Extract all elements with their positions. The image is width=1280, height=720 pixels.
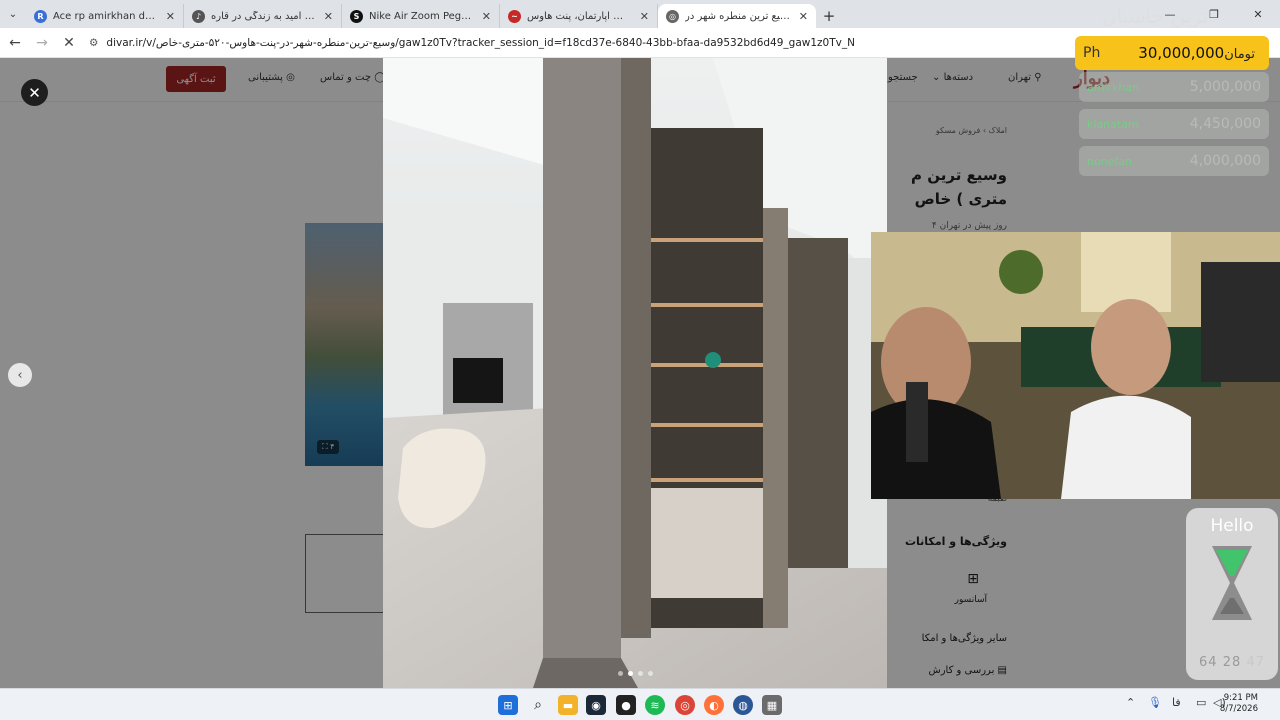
system-clock[interactable]: 9:21 PM 8/7/2026 bbox=[1220, 693, 1258, 715]
spotify-icon[interactable]: ≋ bbox=[645, 695, 665, 715]
hourglass-icon bbox=[1212, 546, 1252, 620]
browser-tab[interactable]: S Nike Air Zoom Pegasus 35 Runn ✕ bbox=[342, 4, 500, 28]
currency-label: تومان bbox=[1224, 47, 1255, 62]
tab-title: Ace rp amirkhan dar shahr - Re bbox=[53, 10, 160, 22]
tab-close-icon[interactable]: ✕ bbox=[166, 10, 175, 23]
tab-close-icon[interactable]: ✕ bbox=[799, 10, 808, 23]
stream-timer-widget: Hello 64 28 47 bbox=[1186, 508, 1278, 680]
chevron-left-icon: ‹ bbox=[17, 367, 23, 383]
donation-row: amirkhan 5,000,000 bbox=[1079, 72, 1269, 102]
close-icon: ✕ bbox=[28, 83, 41, 102]
tab-close-icon[interactable]: ✕ bbox=[482, 10, 491, 23]
top-donation-label: Ph bbox=[1083, 45, 1101, 61]
pager-dot-active[interactable] bbox=[627, 671, 633, 676]
start-button[interactable]: ⊞ bbox=[498, 695, 518, 715]
donation-value: 4,000,000 bbox=[1189, 153, 1261, 169]
previous-photo-button[interactable]: ‹ bbox=[8, 363, 32, 387]
streamer-name-overlay: تزین جاسیان bbox=[1102, 4, 1208, 28]
donation-row: kianatam 4,450,000 bbox=[1079, 109, 1269, 139]
new-tab-button[interactable]: + bbox=[816, 4, 842, 28]
top-donation-value: 30,000,000 bbox=[1138, 44, 1225, 62]
tab-close-icon[interactable]: ✕ bbox=[324, 10, 333, 23]
webcam-feed bbox=[871, 232, 1280, 499]
interior-photo bbox=[383, 58, 887, 688]
tab-title: فروش وسیع ترین منطره شهر در bbox=[685, 10, 793, 22]
webcam-image bbox=[871, 232, 1280, 499]
pager-dot[interactable] bbox=[637, 671, 643, 676]
tab-favicon-icon: R bbox=[34, 9, 47, 23]
url-field[interactable]: ⚙ divar.ir/v/وسیع-ترین-منطره-شهر-در-پنت-… bbox=[89, 37, 855, 49]
calculator-icon[interactable]: ▦ bbox=[762, 695, 782, 715]
gallery-photo[interactable] bbox=[383, 58, 887, 688]
search-icon[interactable]: ⌕ bbox=[528, 695, 548, 715]
browser-tab-active[interactable]: ◎ فروش وسیع ترین منطره شهر در ✕ bbox=[658, 4, 816, 28]
timer-seconds: 47 bbox=[1246, 655, 1265, 670]
tab-strip: ⌄ R Ace rp amirkhan dar shahr - Re ✕ ♪ تغییر… bbox=[0, 0, 1280, 28]
donation-value: 4,450,000 bbox=[1189, 116, 1261, 132]
url-text: divar.ir/v/وسیع-ترین-منطره-شهر-در-پنت-ها… bbox=[106, 36, 855, 49]
tab-favicon-icon: ~ bbox=[508, 9, 521, 23]
tab-favicon-icon: S bbox=[350, 9, 363, 23]
browser-tab[interactable]: R Ace rp amirkhan dar shahr - Re ✕ bbox=[26, 4, 184, 28]
tab-favicon-icon: ♪ bbox=[192, 9, 205, 23]
pager-dot[interactable] bbox=[647, 671, 653, 676]
windows-taskbar: ⊞ ⌕ ▬ ◉ ● ≋ ◎ ◐ ◍ ▦ ⌃ 🎙 فا ▭ ◁) 9:21 PM … bbox=[0, 688, 1280, 720]
app-icon[interactable]: ◍ bbox=[733, 695, 753, 715]
tab-title: تغییر روند امید به زندگی در قاره bbox=[211, 10, 318, 22]
photo-pager bbox=[383, 671, 887, 676]
donor-name: nonefan bbox=[1087, 154, 1133, 168]
tab-search-dropdown[interactable]: ⌄ bbox=[0, 0, 26, 28]
browser-tab[interactable]: ♪ تغییر روند امید به زندگی در قاره ✕ bbox=[184, 4, 342, 28]
donor-name: kianatam bbox=[1087, 117, 1139, 131]
tab-favicon-icon: ◎ bbox=[666, 9, 679, 23]
tray-overflow-icon[interactable]: ⌃ bbox=[1126, 696, 1135, 709]
top-donation: Ph تومان30,000,000 bbox=[1075, 36, 1269, 70]
network-icon[interactable]: ▭ bbox=[1196, 696, 1206, 709]
tab-title: Nike Air Zoom Pegasus 35 Runn bbox=[369, 10, 476, 22]
obs-icon[interactable]: ● bbox=[616, 695, 636, 715]
windows-icon: ⊞ bbox=[503, 698, 513, 712]
close-gallery-button[interactable]: ✕ bbox=[21, 79, 48, 106]
stop-loading-button[interactable]: ✕ bbox=[57, 31, 81, 55]
timer-label: Hello bbox=[1210, 516, 1254, 536]
firefox-icon[interactable]: ◐ bbox=[704, 695, 724, 715]
file-explorer-icon[interactable]: ▬ bbox=[558, 695, 578, 715]
language-indicator[interactable]: فا bbox=[1172, 696, 1181, 709]
donor-name: amirkhan bbox=[1087, 80, 1140, 94]
chrome-icon[interactable]: ◎ bbox=[675, 695, 695, 715]
timer-hours: 64 bbox=[1199, 655, 1218, 670]
donation-value: 5,000,000 bbox=[1189, 79, 1261, 95]
close-window-button[interactable]: ✕ bbox=[1236, 0, 1280, 28]
timer-readout: 64 28 47 bbox=[1186, 655, 1278, 670]
forward-button[interactable]: → bbox=[30, 31, 54, 55]
tab-close-icon[interactable]: ✕ bbox=[640, 10, 649, 23]
steam-icon[interactable]: ◉ bbox=[586, 695, 606, 715]
timer-minutes: 28 bbox=[1222, 655, 1242, 670]
pager-dot[interactable] bbox=[617, 671, 623, 676]
microphone-icon[interactable]: 🎙 bbox=[1148, 696, 1162, 709]
clock-date: 8/7/2026 bbox=[1219, 704, 1258, 714]
site-info-icon[interactable]: ⚙ bbox=[89, 37, 98, 49]
donation-row: nonefan 4,000,000 bbox=[1079, 146, 1269, 176]
tab-title: خرید و فروش آپارتمان، پنت هاوس bbox=[527, 10, 634, 22]
clock-time: 9:21 PM bbox=[1223, 693, 1258, 703]
back-button[interactable]: ← bbox=[3, 31, 27, 55]
browser-tab[interactable]: ~ خرید و فروش آپارتمان، پنت هاوس ✕ bbox=[500, 4, 658, 28]
